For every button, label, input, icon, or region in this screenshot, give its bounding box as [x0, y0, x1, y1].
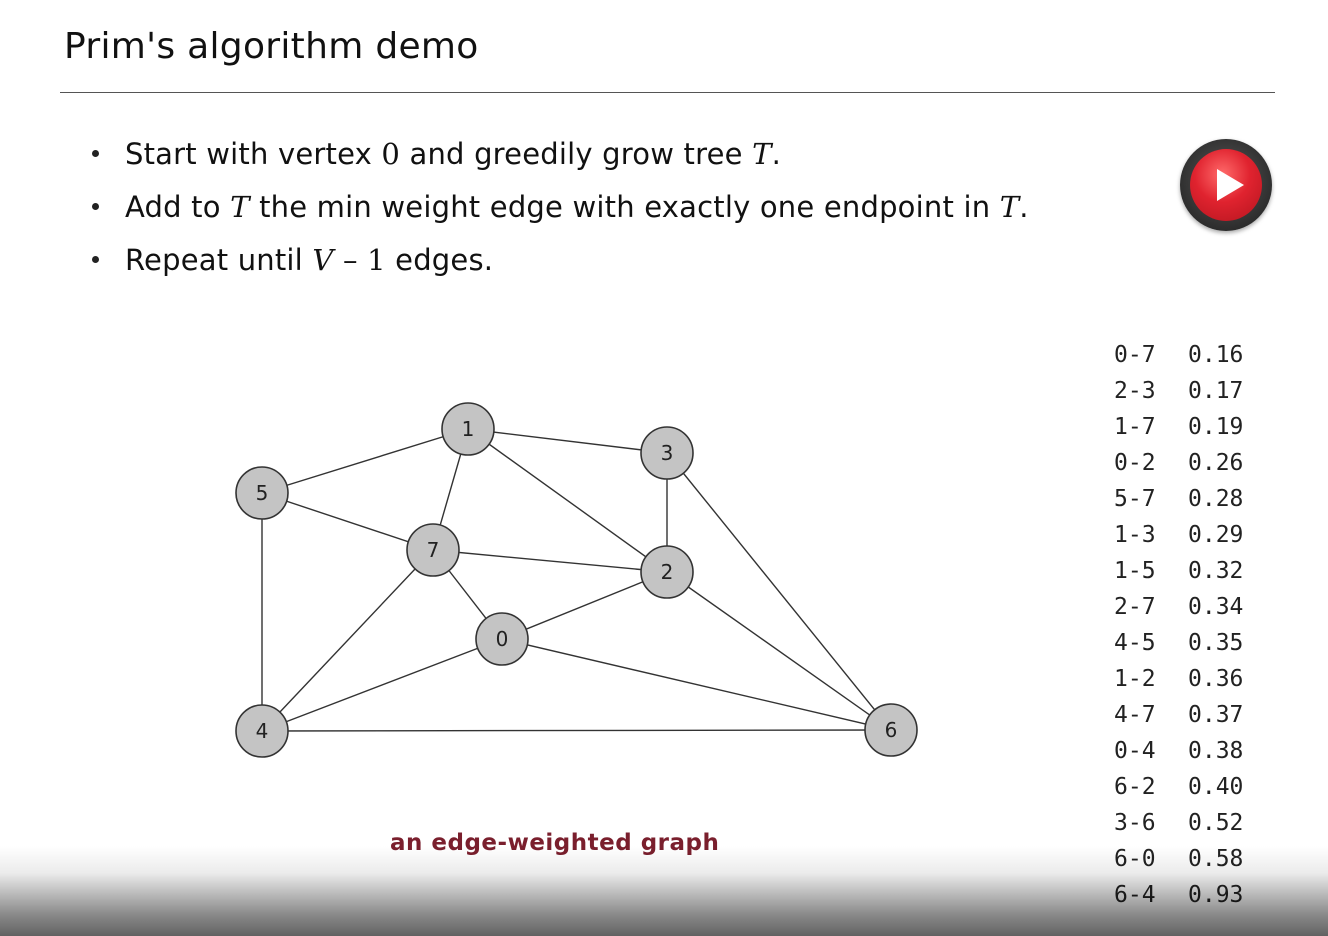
edge-weight: 0.52 — [1188, 810, 1244, 836]
edge-weight-row: 1-7 0.19 — [1114, 412, 1243, 448]
graph-edge-0-4 — [261, 638, 503, 732]
edge-weight: 0.37 — [1188, 702, 1244, 728]
edge-weight-row: 6-2 0.40 — [1114, 772, 1243, 808]
edge-weight: 0.58 — [1188, 846, 1244, 872]
edge-label: 1-5 — [1114, 558, 1156, 584]
edge-weight: 0.19 — [1188, 414, 1244, 440]
edge-label: 2-3 — [1114, 378, 1156, 404]
graph-vertex-label: 3 — [661, 441, 674, 465]
edge-weight-row: 3-6 0.52 — [1114, 808, 1243, 844]
edge-weight: 0.36 — [1188, 666, 1244, 692]
graph-vertex-label: 6 — [885, 718, 898, 742]
edge-label: 4-5 — [1114, 630, 1156, 656]
edge-label: 4-7 — [1114, 702, 1156, 728]
graph-vertex-label: 7 — [427, 538, 440, 562]
edge-label: 0-2 — [1114, 450, 1156, 476]
edge-weight: 0.35 — [1188, 630, 1244, 656]
edge-label: 1-2 — [1114, 666, 1156, 692]
edge-weight: 0.26 — [1188, 450, 1244, 476]
edge-weight-row: 0-4 0.38 — [1114, 736, 1243, 772]
edge-weight-row: 0-7 0.16 — [1114, 340, 1243, 376]
edge-label: 0-7 — [1114, 342, 1156, 368]
edge-weight: 0.28 — [1188, 486, 1244, 512]
graph-edge-3-6 — [666, 452, 892, 731]
graph-edge-1-5 — [261, 428, 469, 494]
edge-weight-row: 4-7 0.37 — [1114, 700, 1243, 736]
edge-weight: 0.29 — [1188, 522, 1244, 548]
edge-weight-row: 1-2 0.36 — [1114, 664, 1243, 700]
edge-label: 1-3 — [1114, 522, 1156, 548]
graph-edge-5-7 — [261, 492, 434, 551]
edge-weight: 0.38 — [1188, 738, 1244, 764]
graph-edge-6-0 — [501, 638, 892, 731]
graph-edge-1-2 — [467, 428, 668, 573]
edge-weight-row: 1-3 0.29 — [1114, 520, 1243, 556]
graph-vertex-label: 2 — [661, 560, 674, 584]
edge-weight: 0.32 — [1188, 558, 1244, 584]
edge-label: 1-7 — [1114, 414, 1156, 440]
edge-weight-row: 0-2 0.26 — [1114, 448, 1243, 484]
graph-caption: an edge-weighted graph — [390, 830, 720, 856]
edge-label: 6-0 — [1114, 846, 1156, 872]
edge-label: 5-7 — [1114, 486, 1156, 512]
edge-weight: 0.40 — [1188, 774, 1244, 800]
edge-weight: 0.16 — [1188, 342, 1244, 368]
graph-vertex-label: 1 — [462, 417, 475, 441]
edge-weight-list: 0-7 0.16 2-3 0.17 1-7 0.19 0-2 0.26 5-7 0.28 1-3 0.… — [1114, 340, 1243, 916]
graph-edge-1-3 — [467, 428, 668, 454]
graph-vertex-label: 5 — [256, 481, 269, 505]
edge-weight-row: 6-0 0.58 — [1114, 844, 1243, 880]
edge-label: 2-7 — [1114, 594, 1156, 620]
edge-label: 3-6 — [1114, 810, 1156, 836]
graph-vertex-label: 0 — [496, 627, 509, 651]
edge-weight-row: 4-5 0.35 — [1114, 628, 1243, 664]
graph-edge-6-4 — [261, 729, 892, 732]
edge-label: 0-4 — [1114, 738, 1156, 764]
edge-weight-row: 5-7 0.28 — [1114, 484, 1243, 520]
edge-weight-row: 2-7 0.34 — [1114, 592, 1243, 628]
edge-label: 6-2 — [1114, 774, 1156, 800]
graph-vertex-label: 4 — [256, 719, 269, 743]
edge-weight: 0.17 — [1188, 378, 1244, 404]
graph-edge-6-2 — [666, 571, 892, 731]
edge-label: 6-4 — [1114, 882, 1156, 908]
edge-weight-row: 2-3 0.17 — [1114, 376, 1243, 412]
edge-weight: 0.34 — [1188, 594, 1244, 620]
graph-edge-2-7 — [432, 549, 668, 573]
edge-weight: 0.93 — [1188, 882, 1244, 908]
edge-weight-row: 6-4 0.93 — [1114, 880, 1243, 916]
edge-weight-row: 1-5 0.32 — [1114, 556, 1243, 592]
graph-edge-4-7 — [261, 549, 434, 732]
